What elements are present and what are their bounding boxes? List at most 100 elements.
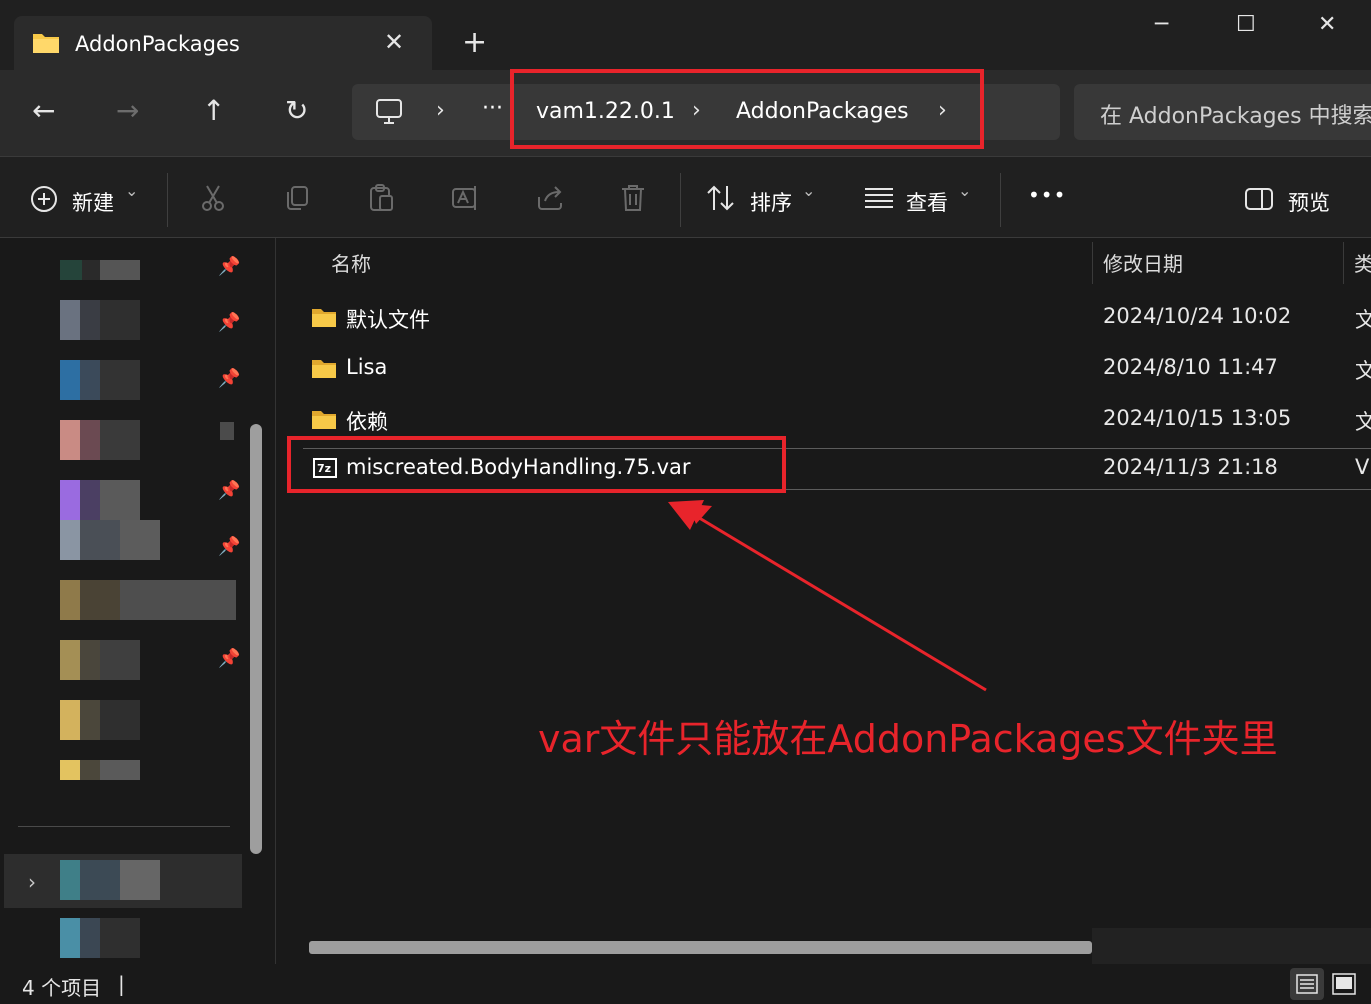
sidebar-item-redacted[interactable] (60, 420, 140, 460)
new-tab-button[interactable]: + (462, 28, 487, 58)
sidebar-divider (18, 826, 230, 827)
pin-icon: 📌 (218, 648, 241, 669)
annotation-text: var文件只能放在AddonPackages文件夹里 (538, 717, 1278, 761)
chevron-down-icon: ⌄ (802, 181, 816, 200)
sidebar-item-redacted[interactable] (60, 918, 140, 958)
file-list: 名称 修改日期 类 默认文件 2024/10/24 10:02 文 Lisa 2… (277, 238, 1371, 964)
back-button[interactable]: ← (32, 96, 55, 126)
folder-icon (33, 34, 59, 53)
new-label: 新建 (72, 191, 114, 215)
sidebar-item-marker (220, 422, 234, 440)
minimize-button[interactable]: ─ (1155, 12, 1168, 37)
path-highlight-box (510, 69, 984, 149)
preview-label: 预览 (1288, 191, 1330, 215)
close-button[interactable]: ✕ (1318, 12, 1336, 37)
pin-icon: 📌 (218, 480, 241, 501)
paste-icon[interactable] (367, 183, 395, 213)
file-type: 文 (1355, 359, 1371, 383)
pin-icon: 📌 (218, 368, 241, 389)
sort-icon (707, 185, 734, 211)
divider (680, 173, 681, 227)
sidebar-item-redacted (60, 860, 160, 900)
file-date: 2024/10/24 10:02 (1103, 304, 1292, 328)
status-bar: 4 个项目 | (0, 964, 1371, 1004)
view-label: 查看 (906, 191, 948, 215)
sidebar-item-redacted[interactable] (60, 580, 236, 620)
refresh-button[interactable]: ↻ (285, 96, 308, 126)
search-box[interactable]: 在 AddonPackages 中搜索 (1074, 84, 1371, 140)
sidebar-item-redacted[interactable] (60, 760, 140, 780)
tab-close-icon[interactable]: ✕ (384, 28, 404, 56)
sidebar-item-redacted[interactable] (60, 360, 140, 400)
forward-button[interactable]: → (116, 96, 139, 126)
file-type: V (1355, 455, 1370, 479)
folder-icon (312, 411, 336, 429)
column-header-name[interactable]: 名称 (331, 248, 371, 277)
large-icons-view-icon (1332, 973, 1356, 995)
chevron-down-icon: ⌄ (958, 181, 972, 200)
more-options-button[interactable]: ••• (1028, 183, 1066, 207)
column-divider[interactable] (1343, 242, 1344, 284)
folder-icon (312, 309, 336, 327)
divider (1000, 173, 1001, 227)
navigation-pane: 📌 📌 📌 📌 📌 📌 › (0, 238, 276, 964)
sidebar-item-this-pc[interactable]: › (4, 854, 242, 908)
view-icon (865, 188, 893, 208)
search-input[interactable]: 在 AddonPackages 中搜索 (1100, 98, 1371, 130)
file-type: 文 (1355, 308, 1371, 332)
delete-icon[interactable] (619, 183, 647, 213)
sidebar-item-redacted[interactable] (60, 520, 160, 560)
file-name: 默认文件 (346, 308, 430, 332)
pin-icon: 📌 (218, 256, 241, 277)
file-date: 2024/11/3 21:18 (1103, 455, 1278, 479)
sort-button[interactable]: 排序 ⌄ (706, 157, 818, 239)
sidebar-item-redacted[interactable] (60, 700, 140, 740)
file-row[interactable]: Lisa 2024/8/10 11:47 文 (303, 349, 1371, 391)
maximize-button[interactable]: ☐ (1236, 12, 1256, 37)
plus-circle-icon (31, 186, 57, 212)
divider (167, 173, 168, 227)
sidebar-item-redacted[interactable] (60, 480, 140, 520)
view-button[interactable]: 查看 ⌄ (864, 157, 976, 239)
command-bar: 新建 ⌄ 排序 ⌄ 查看 ⌄ ••• 预览 (0, 156, 1371, 238)
breadcrumb-overflow[interactable]: ··· (482, 96, 503, 121)
pin-icon: 📌 (218, 312, 241, 333)
preview-pane-icon (1245, 188, 1273, 210)
tab-addonpackages[interactable]: AddonPackages ✕ (14, 16, 432, 72)
file-name: 依赖 (346, 410, 388, 434)
share-icon[interactable] (535, 183, 565, 213)
file-name: Lisa (346, 355, 388, 379)
new-button[interactable]: 新建 ⌄ (30, 157, 142, 239)
file-type: 文 (1355, 410, 1371, 434)
sidebar-scrollbar[interactable] (250, 424, 262, 854)
sort-label: 排序 (750, 191, 792, 215)
scroll-track (1092, 928, 1371, 964)
file-date: 2024/8/10 11:47 (1103, 355, 1278, 379)
horizontal-scrollbar[interactable] (309, 941, 1092, 954)
column-divider[interactable] (1092, 242, 1093, 284)
cut-icon[interactable] (199, 183, 227, 213)
file-highlight-box (287, 436, 786, 493)
file-row[interactable]: 默认文件 2024/10/24 10:02 文 (303, 298, 1371, 340)
title-bar: AddonPackages ✕ + ─ ☐ ✕ (0, 0, 1371, 72)
column-header-type[interactable]: 类 (1354, 248, 1371, 277)
pin-icon: 📌 (218, 536, 241, 557)
status-separator: | (118, 972, 125, 996)
tab-title: AddonPackages (75, 32, 240, 56)
details-view-button[interactable] (1290, 968, 1324, 1000)
sidebar-item-redacted[interactable] (60, 640, 140, 680)
folder-icon (312, 360, 336, 378)
details-view-icon (1296, 974, 1318, 994)
sidebar-item-redacted[interactable] (60, 300, 140, 340)
this-pc-icon (376, 99, 402, 124)
file-date: 2024/10/15 13:05 (1103, 406, 1292, 430)
item-count: 4 个项目 (22, 976, 102, 1000)
rename-icon[interactable] (451, 183, 481, 213)
preview-button[interactable]: 预览 (1244, 157, 1344, 239)
column-header-date[interactable]: 修改日期 (1103, 248, 1183, 277)
sidebar-item-redacted[interactable] (60, 260, 140, 280)
copy-icon[interactable] (283, 183, 311, 213)
tiles-view-button[interactable] (1328, 968, 1360, 1000)
chevron-right-icon[interactable]: › (28, 870, 36, 894)
up-button[interactable]: ↑ (202, 96, 225, 126)
